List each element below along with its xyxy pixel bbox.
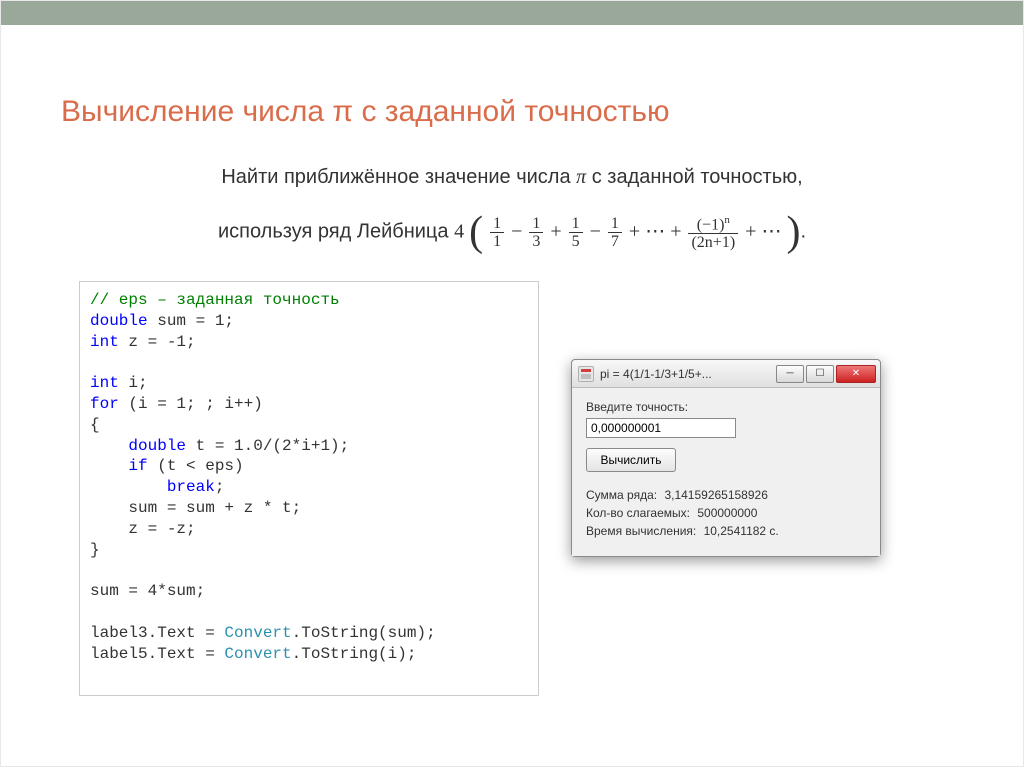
dots-2: ⋯ [761, 220, 781, 242]
formula-tail: . [800, 220, 806, 242]
result-sum: Сумма ряда: 3,14159265158926 [586, 488, 866, 502]
subtitle-text-2: с заданной точностью, [586, 166, 802, 188]
leibniz-formula: 4 ( 11 − 13 + 15 − 17 + ⋯ + (−1)n(2n+1) … [454, 195, 800, 271]
window-title: pi = 4(1/1-1/3+1/5+... [600, 367, 768, 381]
result-count: Кол-во слагаемых: 500000000 [586, 506, 866, 520]
app-icon [578, 366, 594, 382]
lparen-icon: ( [469, 209, 483, 255]
slide: Вычисление числа π с заданной точностью … [0, 0, 1024, 767]
result-count-value: 500000000 [697, 506, 757, 520]
result-time-value: 10,2541182 с. [704, 524, 779, 538]
dots-1: ⋯ [645, 220, 665, 242]
subtitle: Найти приближённое значение числа π с за… [1, 159, 1023, 271]
result-time-label: Время вычисления: [586, 524, 696, 538]
close-button[interactable]: ✕ [836, 365, 876, 383]
rparen-icon: ) [786, 209, 800, 255]
page-title: Вычисление числа π с заданной точностью [61, 95, 1023, 129]
precision-input[interactable] [586, 418, 736, 438]
code-block: // eps – заданная точность double sum = … [79, 281, 539, 696]
precision-label: Введите точность: [586, 400, 866, 414]
window-body: Введите точность: Вычислить Сумма ряда: … [572, 388, 880, 556]
frac-1-3: 13 [529, 215, 543, 251]
subtitle-text-3: используя ряд Лейбница [218, 220, 454, 242]
maximize-button[interactable]: ☐ [806, 365, 834, 383]
frac-1-7: 17 [608, 215, 622, 251]
window-buttons: ─ ☐ ✕ [774, 365, 876, 383]
result-sum-label: Сумма ряда: [586, 488, 657, 502]
calculate-button[interactable]: Вычислить [586, 448, 676, 472]
window-titlebar[interactable]: pi = 4(1/1-1/3+1/5+... ─ ☐ ✕ [572, 360, 880, 388]
formula-four: 4 [454, 220, 464, 242]
frac-general: (−1)n(2n+1) [688, 214, 738, 253]
frac-1-5: 15 [569, 215, 583, 251]
app-window: pi = 4(1/1-1/3+1/5+... ─ ☐ ✕ Введите точ… [571, 359, 881, 557]
top-bar [1, 1, 1023, 25]
pi-symbol: π [576, 166, 586, 188]
minimize-button[interactable]: ─ [776, 365, 804, 383]
frac-1-1: 11 [490, 215, 504, 251]
result-time: Время вычисления: 10,2541182 с. [586, 524, 866, 538]
subtitle-text-1: Найти приближённое значение числа [221, 166, 576, 188]
result-count-label: Кол-во слагаемых: [586, 506, 690, 520]
code-comment: // eps – заданная точность [90, 291, 340, 309]
result-sum-value: 3,14159265158926 [664, 488, 767, 502]
